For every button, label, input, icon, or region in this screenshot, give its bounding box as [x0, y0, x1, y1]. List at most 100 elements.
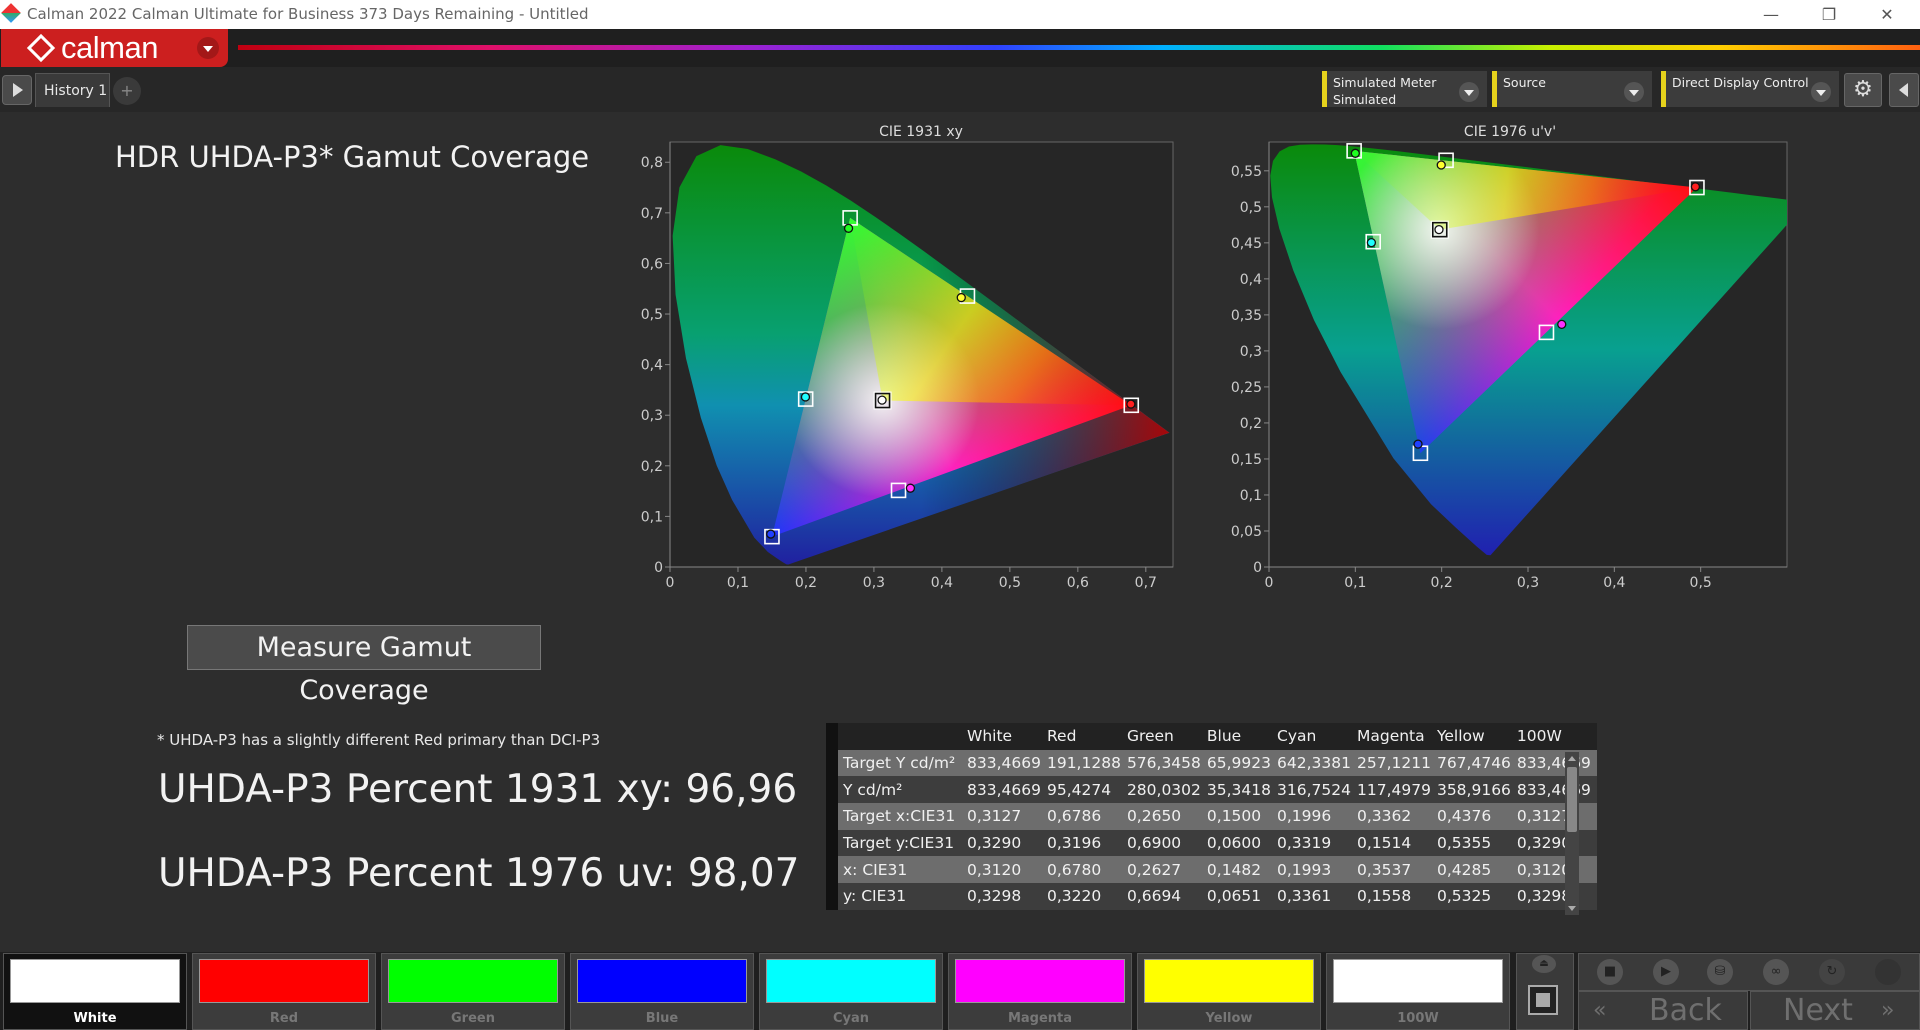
- play-icon[interactable]: [2, 75, 32, 105]
- patch-color: [1144, 959, 1314, 1003]
- source-dropdown[interactable]: Source: [1492, 71, 1652, 107]
- col-header: Yellow: [1436, 727, 1485, 746]
- patch-color: [388, 959, 558, 1003]
- eject-icon[interactable]: ⏏: [1532, 955, 1556, 973]
- chevron-down-icon[interactable]: [197, 37, 219, 59]
- calman-menu-button[interactable]: calman: [1, 29, 228, 67]
- patch-white[interactable]: White: [3, 953, 187, 1030]
- y-tick-label: 0,05: [1231, 524, 1262, 540]
- chevron-down-icon: [1459, 82, 1479, 102]
- y-tick-label: 0,2: [641, 459, 663, 475]
- table-cell: 191,1288: [1046, 754, 1121, 773]
- patch-blue[interactable]: Blue: [570, 953, 754, 1030]
- ddc-dropdown[interactable]: Direct Display Control: [1661, 71, 1839, 107]
- scroll-down-icon[interactable]: [1568, 906, 1576, 911]
- y-tick-label: 0,25: [1231, 380, 1262, 396]
- table-cell: 280,0302: [1126, 780, 1201, 799]
- table-cell: 0,1558: [1356, 887, 1412, 906]
- y-tick-label: 0,4: [641, 358, 663, 374]
- corner-cell: [838, 723, 967, 750]
- row-header: y: CIE31: [843, 887, 907, 906]
- table-cell: 0,3361: [1277, 887, 1332, 906]
- col-header: Green: [1126, 727, 1174, 746]
- x-tick-label: 0,2: [1431, 575, 1453, 591]
- collapse-panel-icon[interactable]: [1889, 73, 1919, 107]
- x-tick-label: 0,7: [1135, 575, 1157, 591]
- table-cell: 35,3418: [1206, 780, 1272, 799]
- x-tick-label: 0,1: [727, 575, 749, 591]
- y-tick-label: 0,5: [1240, 200, 1262, 216]
- table-cell: 0,4376: [1436, 807, 1492, 826]
- calman-logo-icon: [26, 33, 56, 63]
- table-cell: 0,3298: [1516, 887, 1572, 906]
- back-button[interactable]: « Back: [1578, 991, 1748, 1030]
- y-tick-label: 0,3: [1240, 344, 1262, 360]
- tab-history-1[interactable]: History 1: [35, 73, 110, 107]
- x-tick-label: 0,6: [1067, 575, 1089, 591]
- row-gutter: [826, 803, 838, 830]
- meter-dropdown[interactable]: Simulated Meter Simulated: [1322, 71, 1487, 107]
- brand-name: calman: [61, 30, 158, 65]
- patch-magenta[interactable]: Magenta: [948, 953, 1132, 1030]
- patch-label: Cyan: [832, 1011, 870, 1026]
- table-cell: 0,3196: [1046, 834, 1102, 853]
- add-tab-button[interactable]: +: [113, 77, 141, 105]
- measured-marker-cyan: [800, 392, 811, 402]
- cie-1931-chart: CIE 1931 xy 0 0,1 0,2 0,3 0,4 0,5 0,6 0,7 0 0,1 0,…: [641, 124, 1174, 591]
- gear-icon[interactable]: ⚙: [1844, 73, 1882, 107]
- table-cell: 117,4979: [1356, 780, 1431, 799]
- page-title: HDR UHDA-P3* Gamut Coverage: [115, 140, 590, 174]
- close-button[interactable]: ✕: [1864, 0, 1910, 29]
- y-tick-label: 0,4: [1240, 272, 1262, 288]
- chart-title: CIE 1976 u'v': [1464, 124, 1556, 140]
- spectrum-bar: [238, 45, 1920, 50]
- chevron-down-icon: [1624, 82, 1644, 102]
- table-cell: 0,3290: [1516, 834, 1572, 853]
- refresh-icon[interactable]: ↻: [1819, 959, 1845, 985]
- table-cell: 0,3290: [967, 834, 1022, 853]
- table-cell: 0,1993: [1277, 860, 1332, 879]
- patch-yellow[interactable]: Yellow: [1137, 953, 1321, 1030]
- minimize-button[interactable]: —: [1748, 0, 1794, 29]
- x-tick-label: 0,3: [1517, 575, 1539, 591]
- save-icon[interactable]: ⛁: [1707, 959, 1733, 985]
- patch-color: [10, 959, 180, 1003]
- patch-100w[interactable]: 100W: [1326, 953, 1510, 1030]
- x-tick-label: 0,5: [999, 575, 1021, 591]
- next-label: Next: [1783, 993, 1853, 1028]
- table-row: Y cd/m² 833,4669 95,4274 280,0302 35,3418 316…: [826, 776, 1597, 804]
- col-header: Cyan: [1277, 727, 1317, 746]
- next-button[interactable]: Next »: [1750, 991, 1920, 1030]
- patch-green[interactable]: Green: [381, 953, 565, 1030]
- table-cell: 0,0600: [1206, 834, 1262, 853]
- stop-icon[interactable]: ■: [1597, 959, 1623, 985]
- loop-icon[interactable]: ∞: [1763, 959, 1789, 985]
- x-tick-label: 0,5: [1690, 575, 1712, 591]
- y-tick-label: 0,3: [641, 408, 663, 424]
- row-gutter: [826, 749, 838, 777]
- table-cell: 0,3127: [967, 807, 1022, 826]
- record-icon[interactable]: [1875, 959, 1901, 985]
- play-icon[interactable]: ▶: [1653, 959, 1679, 985]
- table-cell: 0,1996: [1277, 807, 1332, 826]
- scroll-thumb[interactable]: [1567, 767, 1577, 832]
- table-row: Target x:CIE31 0,3127 0,6786 0,2650 0,1500 0,…: [826, 803, 1597, 830]
- scroll-up-icon[interactable]: [1568, 756, 1576, 761]
- table-scrollbar[interactable]: [1565, 752, 1579, 915]
- patch-label: 100W: [1397, 1011, 1439, 1026]
- restore-button[interactable]: ❐: [1806, 0, 1852, 29]
- table-cell: 833,4669: [967, 754, 1041, 773]
- patch-label: Magenta: [1007, 1011, 1073, 1026]
- measured-marker-yellow: [1436, 160, 1446, 170]
- measure-gamut-button[interactable]: Measure Gamut Coverage: [187, 625, 541, 706]
- measured-marker-red: [1126, 399, 1136, 409]
- patch-cyan[interactable]: Cyan: [759, 953, 943, 1030]
- row-header: Target y:CIE31: [843, 834, 955, 853]
- patch-red[interactable]: Red: [192, 953, 376, 1030]
- col-header: 100W: [1516, 727, 1562, 746]
- tab-strip: History 1 + Simulated Meter Simulated So…: [0, 67, 1920, 112]
- table-row: x: CIE31 0,3120 0,6780 0,2627 0,1482 0,1993 0,…: [826, 856, 1597, 884]
- stop-square-button[interactable]: [1528, 985, 1558, 1015]
- table-cell: 0,5325: [1436, 887, 1492, 906]
- window-title-bar: Calman 2022 Calman Ultimate for Business…: [0, 0, 1920, 29]
